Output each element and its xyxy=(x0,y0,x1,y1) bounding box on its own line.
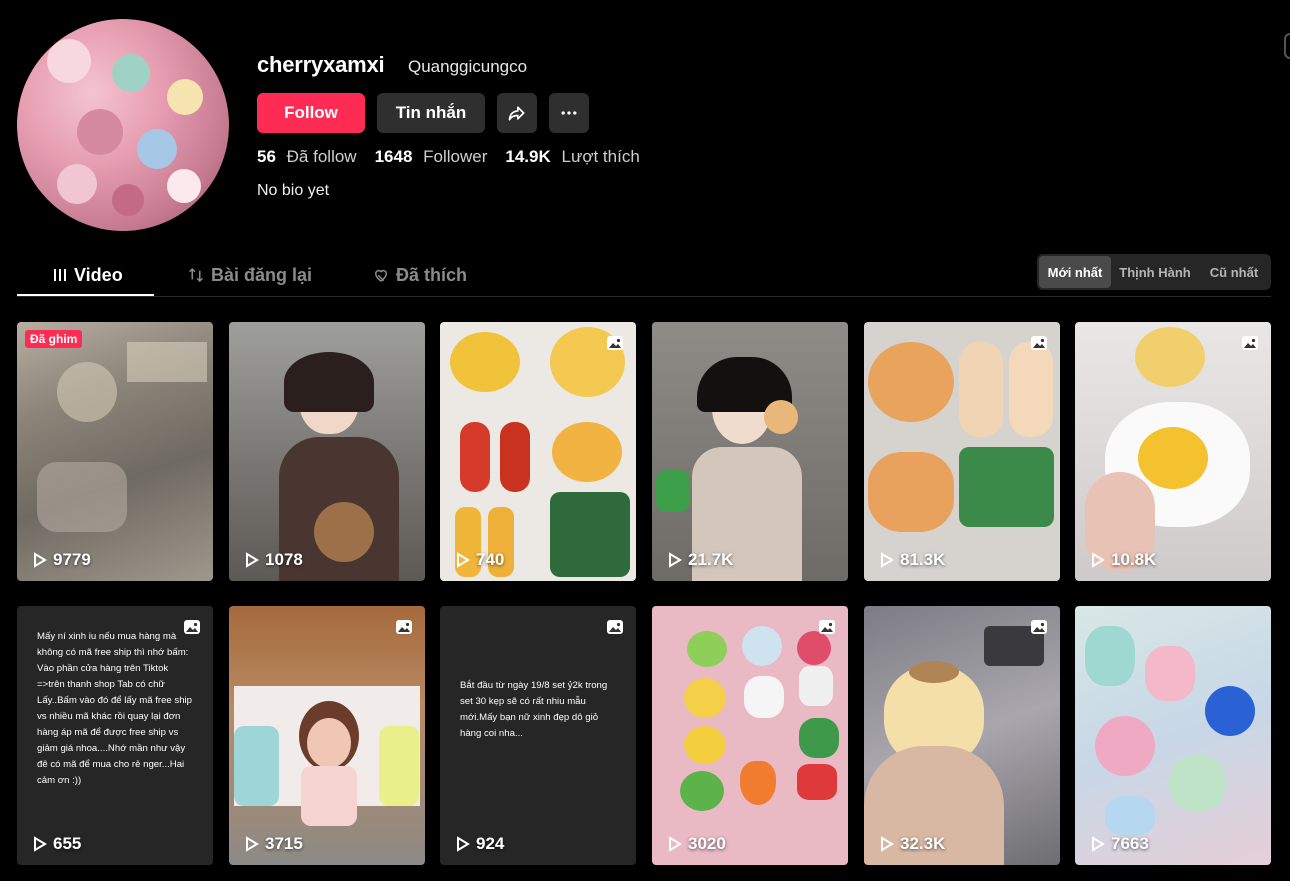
view-count-text: 655 xyxy=(53,834,82,853)
play-icon xyxy=(669,552,682,568)
view-count: 81.3K xyxy=(880,550,945,570)
view-count-text: 1078 xyxy=(265,550,303,569)
view-count: 7663 xyxy=(1091,834,1149,854)
message-button[interactable]: Tin nhắn xyxy=(377,93,485,133)
profile-nickname: Quanggicungco xyxy=(408,57,528,76)
profile-username: cherryxamxi xyxy=(257,52,385,77)
grid-icon xyxy=(54,269,66,281)
stat-likes-value: 14.9K xyxy=(505,147,551,166)
share-icon xyxy=(508,106,525,121)
stat-followers-label: Follower xyxy=(423,147,488,166)
play-icon xyxy=(246,836,259,852)
view-count-text: 7663 xyxy=(1111,834,1149,853)
video-card[interactable]: Bắt đầu từ ngày 19/8 set ỷ2k trong set 3… xyxy=(440,606,636,865)
photo-icon xyxy=(1031,336,1047,350)
video-card[interactable]: Đã ghim 9779 xyxy=(17,322,213,581)
view-count: 3020 xyxy=(668,834,726,854)
stat-following[interactable]: 56 Đã follow xyxy=(257,147,357,167)
photo-icon xyxy=(1031,620,1047,634)
video-card[interactable]: 10.8K xyxy=(1075,322,1271,581)
follow-button[interactable]: Follow xyxy=(257,93,365,133)
more-options-button[interactable] xyxy=(549,93,589,133)
view-count: 32.3K xyxy=(880,834,945,854)
tab-liked-label: Đã thích xyxy=(396,264,468,285)
view-count: 924 xyxy=(456,834,504,854)
repost-icon xyxy=(189,268,203,282)
video-card[interactable]: 7663 xyxy=(1075,606,1271,865)
video-card[interactable]: 3715 xyxy=(229,606,425,865)
stat-followers[interactable]: 1648 Follower xyxy=(375,147,488,167)
photo-icon xyxy=(184,620,200,634)
video-card[interactable]: 740 xyxy=(440,322,636,581)
play-icon xyxy=(457,836,470,852)
view-count: 740 xyxy=(456,550,504,570)
photo-icon xyxy=(607,336,623,350)
video-card[interactable]: 3020 xyxy=(652,606,848,865)
photo-icon xyxy=(1242,336,1258,350)
view-count: 3715 xyxy=(245,834,303,854)
play-icon xyxy=(1092,552,1105,568)
share-button[interactable] xyxy=(497,93,537,133)
sort-newest[interactable]: Mới nhất xyxy=(1039,256,1111,288)
video-card[interactable]: 32.3K xyxy=(864,606,1060,865)
profile-page: cherryxamxi Quanggicungco Follow Tin nhắ… xyxy=(0,0,1290,881)
avatar[interactable] xyxy=(17,19,229,231)
tab-liked[interactable]: Đã thích xyxy=(372,255,492,295)
video-card[interactable]: 1078 xyxy=(229,322,425,581)
play-icon xyxy=(457,552,470,568)
view-count: 655 xyxy=(33,834,81,854)
sort-selector: Mới nhất Thịnh Hành Cũ nhất xyxy=(1037,254,1271,290)
stat-likes-label: Lượt thích xyxy=(561,147,640,166)
stat-following-value: 56 xyxy=(257,147,276,166)
stat-followers-value: 1648 xyxy=(374,147,413,166)
view-count: 10.8K xyxy=(1091,550,1156,570)
photo-icon xyxy=(819,620,835,634)
view-count-text: 32.3K xyxy=(900,834,946,853)
play-icon xyxy=(34,552,47,568)
view-count: 21.7K xyxy=(668,550,733,570)
tabs-divider xyxy=(17,296,1271,297)
video-card[interactable]: 21.7K xyxy=(652,322,848,581)
view-count-text: 740 xyxy=(476,550,505,569)
sort-trending[interactable]: Thịnh Hành xyxy=(1111,256,1199,288)
photo-icon xyxy=(607,620,623,634)
profile-stats: 56 Đã follow 1648 Follower 14.9K Lượt th… xyxy=(257,147,640,167)
profile-bio: No bio yet xyxy=(257,182,330,199)
stat-likes: 14.9K Lượt thích xyxy=(505,147,639,167)
view-count-text: 924 xyxy=(476,834,505,853)
tab-repost[interactable]: Bài đăng lại xyxy=(187,255,327,295)
view-count-text: 21.7K xyxy=(688,550,734,569)
play-icon xyxy=(34,836,47,852)
video-card[interactable]: 81.3K xyxy=(864,322,1060,581)
stat-following-label: Đã follow xyxy=(286,147,357,166)
tab-video-label: Video xyxy=(74,264,123,285)
more-icon xyxy=(561,111,577,115)
play-icon xyxy=(1092,836,1105,852)
photo-icon xyxy=(396,620,412,634)
view-count-text: 81.3K xyxy=(900,550,946,569)
video-caption: Bắt đầu từ ngày 19/8 set ỷ2k trong set 3… xyxy=(460,680,608,739)
play-icon xyxy=(881,552,894,568)
tab-repost-label: Bài đăng lại xyxy=(211,264,313,285)
play-icon xyxy=(881,836,894,852)
view-count-text: 10.8K xyxy=(1111,550,1157,569)
view-count: 1078 xyxy=(245,550,303,570)
pinned-badge: Đã ghim xyxy=(25,330,83,348)
view-count-text: 3715 xyxy=(265,834,303,853)
play-icon xyxy=(246,552,259,568)
sort-oldest[interactable]: Cũ nhất xyxy=(1199,256,1269,288)
video-card[interactable]: Mấy ní xinh iu nếu mua hàng mà không có … xyxy=(17,606,213,865)
video-caption: Mấy ní xinh iu nếu mua hàng mà không có … xyxy=(37,631,193,786)
tab-video[interactable]: Video xyxy=(52,255,172,295)
view-count-text: 9779 xyxy=(53,550,91,569)
scrollbar[interactable] xyxy=(1284,33,1290,59)
play-icon xyxy=(669,836,682,852)
view-count: 9779 xyxy=(33,550,91,570)
liked-hidden-icon xyxy=(375,269,387,282)
view-count-text: 3020 xyxy=(688,834,726,853)
